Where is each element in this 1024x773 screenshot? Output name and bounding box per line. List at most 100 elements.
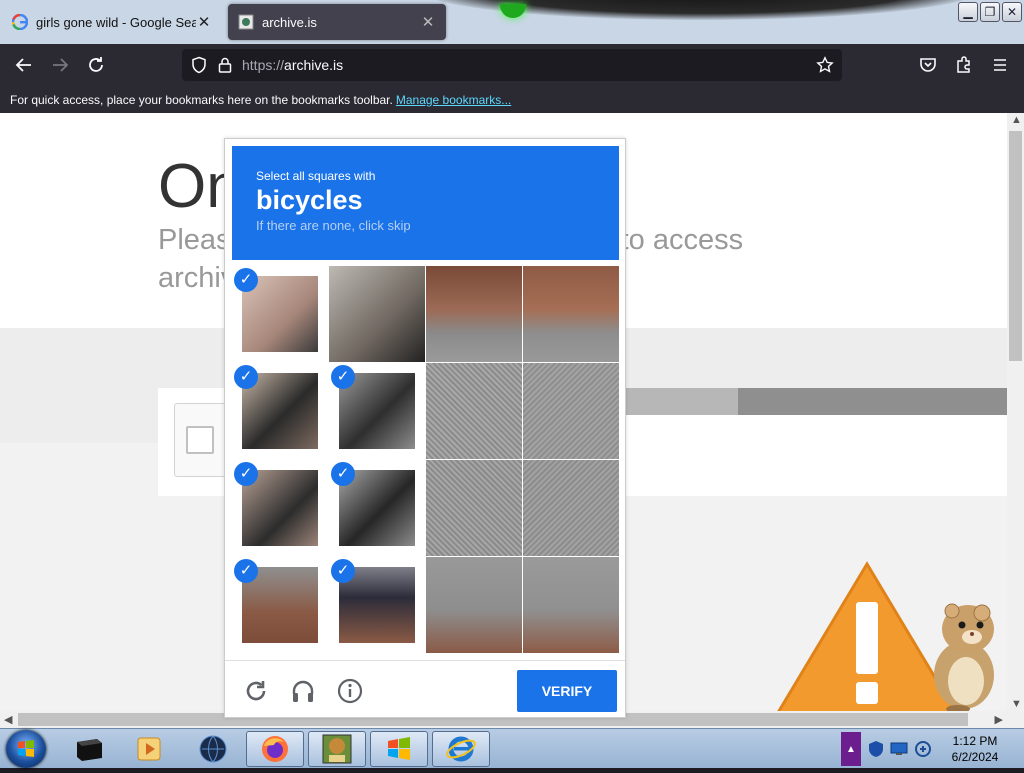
- recaptcha-checkbox[interactable]: [186, 426, 214, 454]
- challenge-tile[interactable]: [523, 557, 619, 653]
- challenge-tile[interactable]: ✓: [329, 460, 425, 556]
- back-button[interactable]: [11, 52, 37, 78]
- vertical-scrollbar[interactable]: ▲ ▼: [1007, 113, 1024, 711]
- challenge-tile[interactable]: [523, 363, 619, 459]
- address-bar[interactable]: https://archive.is: [182, 49, 842, 81]
- tile-checkmark-icon: ✓: [234, 462, 258, 486]
- close-window-button[interactable]: ✕: [1002, 2, 1022, 22]
- tile-image: [523, 363, 619, 459]
- scroll-right-arrow-icon[interactable]: ▶: [995, 713, 1003, 726]
- scroll-down-arrow-icon[interactable]: ▼: [1011, 698, 1022, 710]
- tab-title: girls gone wild - Google Search: [36, 14, 196, 30]
- audio-challenge-icon[interactable]: [290, 678, 316, 704]
- shield-icon[interactable]: [190, 56, 208, 74]
- box-game-icon: [322, 734, 352, 764]
- challenge-tile[interactable]: ✓: [329, 557, 425, 653]
- tile-checkmark-icon: ✓: [331, 559, 355, 583]
- info-icon[interactable]: [337, 678, 363, 704]
- pocket-button[interactable]: [915, 52, 941, 78]
- close-tab-icon[interactable]: ✕: [196, 13, 212, 31]
- challenge-tile[interactable]: [426, 266, 522, 362]
- challenge-tile[interactable]: [523, 266, 619, 362]
- system-clock[interactable]: 1:12 PM 6/2/2024: [935, 733, 1015, 765]
- extensions-button[interactable]: [951, 52, 977, 78]
- challenge-tile[interactable]: ✓: [329, 363, 425, 459]
- tile-image: [426, 557, 522, 653]
- window-controls: ▁ ❐ ✕: [958, 2, 1022, 22]
- reload-button[interactable]: [83, 52, 109, 78]
- challenge-tile[interactable]: ✓: [232, 557, 328, 653]
- manage-bookmarks-link[interactable]: Manage bookmarks...: [396, 93, 511, 107]
- tile-checkmark-icon: ✓: [331, 365, 355, 389]
- bookmarks-toolbar: For quick access, place your bookmarks h…: [0, 86, 1024, 113]
- clock-time: 1:12 PM: [952, 734, 998, 748]
- card-bar-dark: [738, 388, 1007, 415]
- archive-favicon: [238, 14, 254, 30]
- challenge-tile[interactable]: [426, 557, 522, 653]
- forward-arrow-icon: [53, 58, 69, 72]
- menu-button[interactable]: [987, 52, 1013, 78]
- tile-image: [426, 363, 522, 459]
- windows-taskbar: ▲ 1:12 PM 6/2/2024: [0, 728, 1024, 768]
- lock-icon[interactable]: [216, 56, 234, 74]
- navigation-toolbar: https://archive.is: [0, 44, 1024, 86]
- tile-image: [426, 266, 522, 362]
- tab-title: archive.is: [262, 14, 317, 30]
- tab-google-search[interactable]: girls gone wild - Google Search ✕: [2, 4, 222, 40]
- taskbar-app-internet-explorer[interactable]: [432, 731, 490, 767]
- verify-button[interactable]: VERIFY: [517, 670, 617, 712]
- tile-checkmark-icon: ✓: [331, 462, 355, 486]
- taskbar-app-globe[interactable]: [184, 731, 242, 767]
- clock-date: 6/2/2024: [951, 750, 999, 764]
- recaptcha-challenge: Select all squares with bicycles If ther…: [224, 138, 626, 718]
- start-button[interactable]: [6, 730, 46, 768]
- challenge-tile[interactable]: ✓: [232, 266, 328, 362]
- challenge-tile[interactable]: [426, 460, 522, 556]
- challenge-tile[interactable]: [523, 460, 619, 556]
- challenge-tile[interactable]: [329, 266, 425, 362]
- tile-image: [523, 460, 619, 556]
- reload-challenge-icon[interactable]: [243, 678, 269, 704]
- network-tray-icon[interactable]: [890, 742, 908, 756]
- media-player-icon: [137, 737, 161, 761]
- taskbar-app-box[interactable]: [308, 731, 366, 767]
- bookmark-star-icon[interactable]: [816, 56, 834, 74]
- hamster-image: [934, 603, 994, 711]
- show-hidden-icons-button[interactable]: ▲: [841, 732, 861, 766]
- forward-button[interactable]: [47, 52, 73, 78]
- challenge-header: Select all squares with bicycles If ther…: [232, 146, 619, 260]
- scrollbar-corner: [1007, 711, 1024, 728]
- hamburger-menu-icon: [994, 59, 1006, 71]
- challenge-tile[interactable]: [426, 363, 522, 459]
- google-g-icon: [12, 14, 28, 30]
- minimize-button[interactable]: ▁: [958, 2, 978, 22]
- pocket-icon: [920, 58, 936, 72]
- tab-archive[interactable]: archive.is ✕: [228, 4, 446, 40]
- back-arrow-icon: [15, 58, 31, 72]
- firefox-icon: [262, 736, 288, 762]
- restore-button[interactable]: ❐: [980, 2, 1000, 22]
- taskbar-app-terminal[interactable]: [60, 731, 118, 767]
- scroll-left-arrow-icon[interactable]: ◀: [4, 713, 12, 726]
- challenge-tile[interactable]: ✓: [232, 460, 328, 556]
- challenge-tile[interactable]: ✓: [232, 363, 328, 459]
- close-tab-icon[interactable]: ✕: [420, 13, 436, 31]
- challenge-hint: If there are none, click skip: [256, 218, 411, 233]
- challenge-image-grid: ✓ ✓ ✓ ✓ ✓ ✓ ✓: [232, 266, 619, 653]
- challenge-target-word: bicycles: [256, 185, 363, 215]
- reload-icon: [89, 57, 103, 72]
- taskbar-app-media[interactable]: [120, 731, 178, 767]
- taskbar-app-windows-explorer[interactable]: [370, 731, 428, 767]
- windows-flag-icon: [388, 737, 410, 760]
- security-shield-tray-icon[interactable]: [868, 740, 884, 758]
- scroll-thumb[interactable]: [1009, 131, 1022, 361]
- challenge-instruction: Select all squares with: [256, 169, 376, 183]
- tile-image: [523, 266, 619, 362]
- scroll-up-arrow-icon[interactable]: ▲: [1011, 114, 1022, 126]
- tile-checkmark-icon: ✓: [234, 559, 258, 583]
- tab-strip: girls gone wild - Google Search ✕ archiv…: [0, 0, 1024, 44]
- volume-tray-icon[interactable]: [914, 740, 932, 758]
- url-text[interactable]: https://archive.is: [242, 57, 343, 73]
- tile-image: [329, 266, 425, 362]
- taskbar-app-firefox[interactable]: [246, 731, 304, 767]
